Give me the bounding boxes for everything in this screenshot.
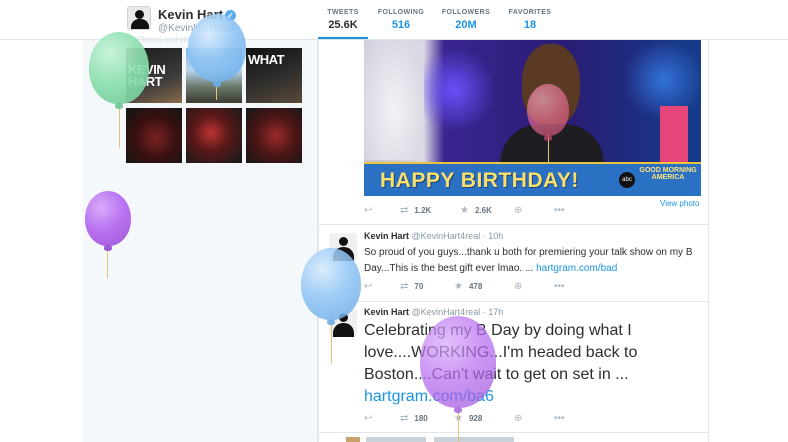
retweet-button[interactable]: ⇄ 1.2K — [400, 205, 431, 216]
tweet-actions: ↩ ⇄ 1.2K ★ 2.6K ⊕ ••• — [364, 205, 664, 219]
tweet-text: So proud of you guys...thank u both for … — [364, 245, 699, 277]
reply-icon: ↩ — [364, 413, 373, 424]
retweet-icon: ⇄ — [400, 205, 409, 216]
balloon-green — [89, 32, 149, 109]
more-icon: ••• — [554, 281, 565, 292]
star-icon: ★ — [454, 281, 463, 292]
balloon-purple — [420, 316, 496, 413]
tweet-body: So proud of you guys...thank u both for … — [364, 247, 693, 274]
more-icon: ••• — [554, 205, 565, 216]
photo-thumb[interactable]: WHAT — [246, 48, 302, 103]
tweet-header: Kevin Hart @KevinHart4real · 17h — [364, 307, 503, 317]
balloon-blue — [188, 14, 246, 87]
retweet-button[interactable]: ⇄ 180 — [400, 413, 428, 424]
more-button[interactable]: ••• — [554, 281, 571, 292]
stat-value: 20M — [455, 19, 477, 31]
photo-thumb[interactable] — [126, 108, 182, 163]
tweet-author-name[interactable]: Kevin Hart — [364, 307, 409, 317]
more-icon: ••• — [554, 413, 565, 424]
stat-value: 25.6K — [328, 19, 358, 31]
retweet-count: 70 — [414, 282, 424, 291]
balloon-blue — [301, 248, 361, 325]
stat-label: FOLLOWERS — [441, 9, 491, 16]
retweet-count: 180 — [414, 414, 428, 423]
stat-value: 516 — [391, 19, 411, 31]
reply-icon: ↩ — [364, 205, 373, 216]
profile-avatar[interactable] — [127, 6, 151, 30]
add-user-icon: ⊕ — [514, 205, 523, 216]
banner-text: HAPPY BIRTHDAY! — [380, 169, 579, 192]
retweet-icon: ⇄ — [400, 281, 409, 292]
tweet-author-name[interactable]: Kevin Hart — [364, 231, 409, 241]
reply-button[interactable]: ↩ — [364, 281, 378, 292]
thumb-caption: WHAT — [248, 52, 285, 67]
stat-tweets[interactable]: TWEETS 25.6K — [318, 0, 368, 40]
tweet-time[interactable]: · 10h — [483, 231, 504, 241]
stat-label: FOLLOWING — [377, 9, 425, 16]
photo-backdrop-object — [660, 106, 688, 162]
stat-label: FAVORITES — [508, 9, 552, 16]
photo-thumb[interactable] — [186, 108, 242, 163]
tweet-author-handle[interactable]: @KevinHart4real — [412, 307, 481, 317]
star-icon: ★ — [460, 205, 469, 216]
stat-followers[interactable]: FOLLOWERS 20M — [440, 0, 492, 40]
photo-thumb[interactable] — [246, 108, 302, 163]
right-margin — [709, 40, 788, 442]
add-user-button[interactable]: ⊕ — [514, 413, 528, 424]
favorite-count: 928 — [468, 414, 483, 423]
balloon-purple — [85, 191, 131, 251]
tweet-actions: ↩ ⇄ 70 ★ 478 ⊕ ••• — [364, 281, 664, 295]
add-user-button[interactable]: ⊕ — [514, 205, 528, 216]
favorite-button[interactable]: ★ 2.6K — [460, 205, 492, 216]
balloon-pink — [527, 84, 569, 141]
tweet-author-handle[interactable]: @KevinHart4real — [412, 231, 481, 241]
retweet-count: 1.2K — [414, 206, 432, 215]
retweet-button[interactable]: ⇄ 70 — [400, 281, 423, 292]
abc-logo: abc — [619, 172, 635, 188]
tweet-link[interactable]: hartgram.com/bad — [536, 263, 617, 274]
favorite-count: 478 — [468, 282, 483, 291]
retweet-icon: ⇄ — [400, 413, 409, 424]
tweet-text: Celebrating my B Day by doing what I lov… — [364, 320, 699, 408]
tweet-actions: ↩ ⇄180 ★928 ⊕ ••• — [364, 413, 664, 427]
tweet-divider — [318, 224, 709, 225]
next-tweet-partial — [342, 434, 562, 442]
photo-tree — [364, 40, 424, 160]
add-user-button[interactable]: ⊕ — [514, 281, 528, 292]
stat-following[interactable]: FOLLOWING 516 — [374, 0, 428, 40]
add-user-icon: ⊕ — [514, 413, 523, 424]
reply-icon: ↩ — [364, 281, 373, 292]
more-button[interactable]: ••• — [554, 413, 571, 424]
favorite-count: 2.6K — [474, 206, 492, 215]
reply-button[interactable]: ↩ — [364, 413, 378, 424]
view-photo-link[interactable]: View photo — [660, 199, 699, 208]
tweet-body: Celebrating my B Day by doing what I lov… — [364, 322, 638, 383]
add-user-icon: ⊕ — [514, 281, 523, 292]
tweet-header: Kevin Hart @KevinHart4real · 10h — [364, 231, 503, 241]
more-button[interactable]: ••• — [554, 205, 571, 216]
gma-logo: GOOD MORNING AMERICA — [639, 167, 697, 181]
tweet-divider — [318, 301, 709, 302]
tweet-divider — [318, 432, 709, 433]
favorite-button[interactable]: ★ 478 — [454, 281, 482, 292]
stat-favorites[interactable]: FAVORITES 18 — [506, 0, 554, 40]
reply-button[interactable]: ↩ — [364, 205, 378, 216]
stat-value: 18 — [523, 19, 537, 31]
tweet-time[interactable]: · 17h — [483, 307, 504, 317]
stat-label: TWEETS — [327, 9, 359, 16]
photo-banner: HAPPY BIRTHDAY! abc GOOD MORNING AMERICA — [364, 162, 701, 196]
